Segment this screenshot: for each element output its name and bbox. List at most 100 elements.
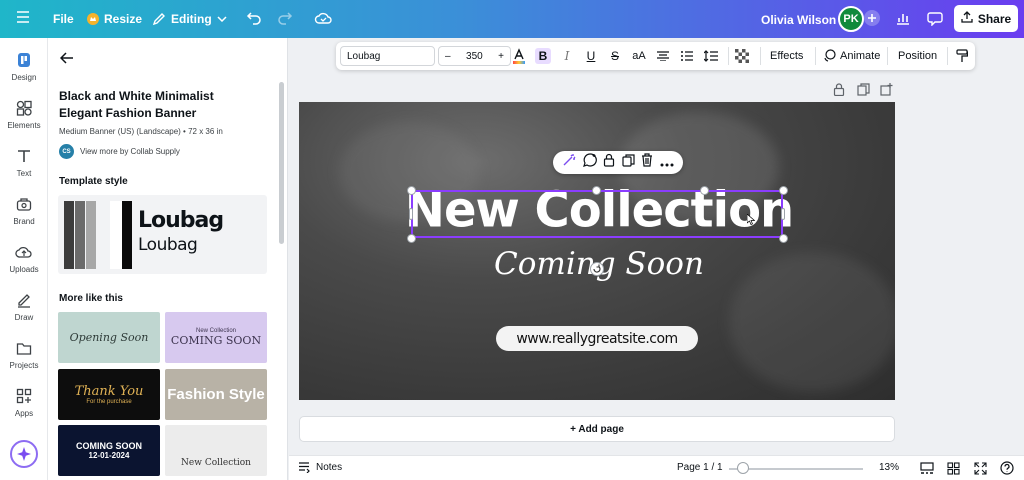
- duplicate-icon[interactable]: [622, 153, 635, 172]
- share-button[interactable]: Share: [954, 5, 1018, 32]
- resize-handle[interactable]: [779, 234, 788, 243]
- color-swatch: [110, 201, 122, 269]
- sidebar-item-label: Uploads: [9, 265, 39, 274]
- resize-button[interactable]: Resize: [87, 12, 142, 26]
- thumbnail-title: Thank You: [74, 384, 144, 399]
- sidebar-item-text[interactable]: Text: [0, 148, 48, 178]
- template-panel: Black and White Minimalist Elegant Fashi…: [48, 38, 288, 480]
- user-name: Olivia Wilson: [761, 13, 837, 27]
- sidebar-item-brand[interactable]: Brand: [0, 196, 48, 226]
- element-context-bar: [553, 151, 683, 174]
- duplicate-page-icon[interactable]: [857, 83, 870, 101]
- sidebar-item-projects[interactable]: Projects: [0, 340, 48, 370]
- magic-edit-icon[interactable]: [562, 153, 576, 172]
- template-thumbnail[interactable]: New Collection COMING SOON: [165, 312, 267, 363]
- cloud-save-icon[interactable]: [314, 11, 332, 25]
- decrease-size-button[interactable]: –: [445, 51, 451, 62]
- toolbar-divider: [947, 47, 948, 65]
- font-preview-bold: Loubag: [138, 208, 224, 233]
- fullscreen-icon[interactable]: [974, 462, 987, 480]
- apps-icon: [16, 388, 32, 404]
- text-icon: [18, 150, 30, 162]
- font-family-select[interactable]: Loubag: [340, 46, 435, 66]
- menu-icon[interactable]: [16, 11, 30, 23]
- italic-icon[interactable]: I: [559, 48, 575, 64]
- transparency-icon[interactable]: [734, 48, 750, 64]
- insights-icon[interactable]: [895, 10, 911, 26]
- template-thumbnail[interactable]: Opening Soon: [58, 312, 160, 363]
- sidebar-item-label: Elements: [7, 121, 41, 130]
- animate-label: Animate: [840, 49, 881, 62]
- resize-handle[interactable]: [700, 186, 709, 195]
- zoom-level[interactable]: 13%: [879, 462, 899, 473]
- sidebar-item-draw[interactable]: Draw: [0, 292, 48, 322]
- lock-icon[interactable]: [833, 83, 845, 101]
- font-size-stepper[interactable]: – 350 +: [438, 46, 511, 66]
- color-swatch: [86, 201, 96, 269]
- thumbnail-subtitle: For the purchase: [86, 399, 132, 405]
- rotate-handle-icon[interactable]: [590, 262, 604, 281]
- projects-icon: [16, 343, 32, 355]
- template-style-card[interactable]: Loubag Loubag: [58, 195, 267, 274]
- sidebar-item-design[interactable]: Design: [0, 52, 48, 82]
- avatar[interactable]: PK: [838, 6, 864, 32]
- zoom-slider[interactable]: [729, 468, 863, 470]
- trash-icon[interactable]: [641, 153, 653, 172]
- sidebar-item-apps[interactable]: Apps: [0, 388, 48, 418]
- toolbar-divider: [887, 47, 888, 65]
- sidebar-item-label: Brand: [13, 217, 35, 226]
- paint-roller-icon[interactable]: [954, 48, 970, 64]
- text-color-icon[interactable]: [511, 48, 527, 64]
- help-icon[interactable]: [1000, 461, 1014, 480]
- side-handle[interactable]: [781, 208, 785, 220]
- spacing-icon[interactable]: [703, 48, 719, 64]
- add-page-icon[interactable]: [880, 83, 893, 101]
- add-page-button[interactable]: + Add page: [299, 416, 895, 442]
- notes-icon: [299, 462, 310, 473]
- list-icon[interactable]: [679, 48, 695, 64]
- add-collaborator-icon[interactable]: [864, 10, 880, 26]
- side-handle[interactable]: [409, 208, 413, 220]
- template-thumbnail[interactable]: COMING SOON 12-01-2024: [58, 425, 160, 476]
- sidebar-item-uploads[interactable]: Uploads: [0, 244, 48, 274]
- bold-icon[interactable]: B: [535, 48, 551, 64]
- template-thumbnail[interactable]: Fashion Style: [165, 369, 267, 420]
- zoom-slider-knob[interactable]: [737, 462, 749, 474]
- sidebar-item-label: Draw: [14, 313, 34, 322]
- editing-dropdown[interactable]: Editing: [152, 12, 227, 26]
- resize-handle[interactable]: [407, 186, 416, 195]
- resize-handle[interactable]: [407, 234, 416, 243]
- notes-button[interactable]: Notes: [298, 462, 342, 473]
- file-menu[interactable]: File: [53, 12, 74, 26]
- more-options-icon[interactable]: [660, 154, 674, 172]
- redo-icon[interactable]: [277, 11, 293, 25]
- template-thumbnail[interactable]: Thank You For the purchase: [58, 369, 160, 420]
- animate-button[interactable]: Animate: [823, 49, 880, 62]
- font-size-value[interactable]: 350: [466, 51, 483, 62]
- magic-button[interactable]: [10, 440, 38, 468]
- undo-icon[interactable]: [246, 11, 262, 25]
- align-center-icon[interactable]: [655, 48, 671, 64]
- resize-handle[interactable]: [592, 186, 601, 195]
- sidebar-item-elements[interactable]: Elements: [0, 100, 48, 130]
- template-thumbnail[interactable]: New Collection: [165, 425, 267, 476]
- panel-scrollbar[interactable]: [279, 82, 284, 244]
- design-canvas[interactable]: New Collection Coming Soon www.reallygre…: [299, 102, 895, 400]
- author-link[interactable]: CS View more by Collab Supply: [59, 144, 180, 159]
- back-arrow-icon[interactable]: [59, 51, 74, 69]
- letter-case-icon[interactable]: aA: [631, 48, 647, 64]
- comments-icon[interactable]: [927, 10, 943, 26]
- bottom-bar: Notes Page 1 / 1 13%: [289, 455, 1024, 480]
- website-pill[interactable]: www.reallygreatsite.com: [496, 326, 698, 351]
- position-button[interactable]: Position: [898, 50, 937, 62]
- strikethrough-icon[interactable]: S: [607, 48, 623, 64]
- pages-view-icon[interactable]: [920, 462, 934, 480]
- underline-icon[interactable]: U: [583, 48, 599, 64]
- resize-handle[interactable]: [779, 186, 788, 195]
- grid-view-icon[interactable]: [947, 462, 960, 480]
- comment-add-icon[interactable]: [582, 153, 597, 172]
- page-indicator[interactable]: Page 1 / 1: [677, 462, 723, 473]
- lock-element-icon[interactable]: [603, 153, 615, 172]
- increase-size-button[interactable]: +: [498, 51, 504, 62]
- effects-button[interactable]: Effects: [770, 50, 803, 62]
